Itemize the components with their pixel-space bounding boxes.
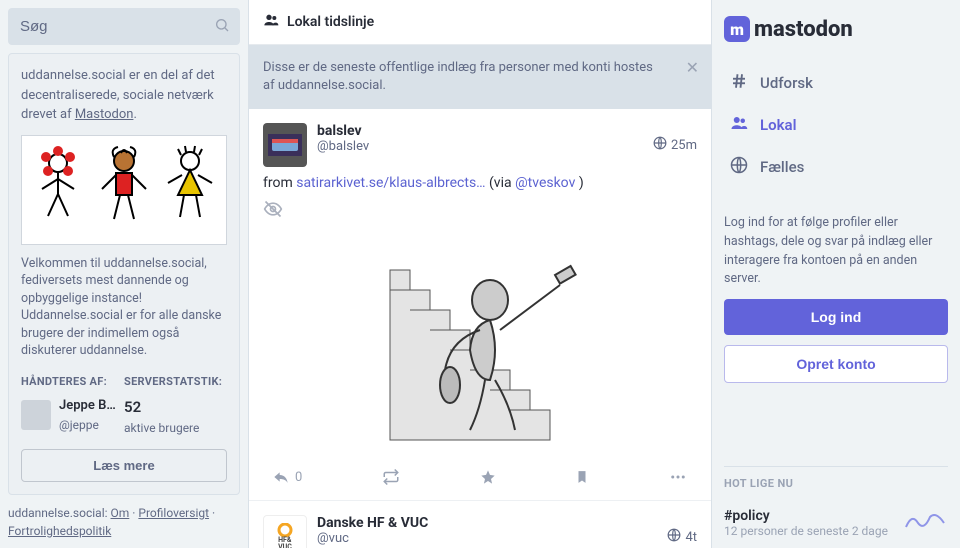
right-sidebar: mmastodon Udforsk Lokal Fælles Log ind f…	[712, 0, 960, 548]
active-users-label: aktive brugere	[124, 419, 227, 437]
signup-button[interactable]: Opret konto	[724, 345, 948, 383]
nav-federated[interactable]: Fælles	[724, 146, 948, 188]
display-name[interactable]: balslev	[317, 123, 643, 139]
login-hint: Log ind for at følge profiler eller hash…	[724, 214, 948, 289]
info-banner: Disse er de seneste offentlige indlæg fr…	[249, 45, 711, 109]
instance-domain: uddannelse.social	[21, 68, 126, 83]
media-attachment[interactable]	[263, 230, 697, 460]
reply-button[interactable]: 0	[273, 469, 302, 485]
stats-label: SERVERSTATSTIK:	[124, 374, 227, 391]
column-header: Lokal tidslinje	[249, 0, 711, 45]
users-icon	[263, 12, 279, 32]
relative-time[interactable]: 25m	[671, 138, 697, 153]
avatar[interactable]: HF&VUC	[263, 515, 307, 548]
media-hidden-icon[interactable]	[263, 199, 697, 224]
brand-text: mastodon	[754, 17, 853, 42]
favourite-button[interactable]	[480, 469, 496, 485]
footer-about[interactable]: Om	[111, 506, 130, 520]
status[interactable]: balslev @balslev 25m from satirarkivet.s…	[249, 109, 711, 501]
display-name[interactable]: Danske HF & VUC	[317, 515, 657, 531]
bookmark-button[interactable]	[575, 469, 589, 485]
mention-link[interactable]: @tveskov	[515, 175, 575, 191]
hashtag-icon	[730, 72, 748, 94]
admin-handle: @jeppe	[59, 416, 116, 434]
column-title: Lokal tidslinje	[287, 14, 374, 30]
search-container	[8, 8, 240, 45]
brand-logo[interactable]: mmastodon	[724, 10, 948, 52]
globe-icon	[653, 136, 667, 154]
sparkline-icon	[904, 509, 948, 537]
content-link[interactable]: satirarkivet.se/klaus-albrects…	[296, 175, 485, 191]
footer-privacy[interactable]: Fortrolighedspolitik	[8, 524, 111, 538]
footer-domain: uddannelse.social	[8, 506, 105, 520]
admin-name: Jeppe B…	[59, 396, 116, 416]
banner-text: Disse er de seneste offentlige indlæg fr…	[263, 60, 653, 93]
admin-link[interactable]: Jeppe B… @jeppe	[21, 396, 124, 434]
admin-label: HÅNDTERES AF:	[21, 374, 124, 391]
timeline-column: Lokal tidslinje Disse er de seneste offe…	[248, 0, 712, 548]
login-button[interactable]: Log ind	[724, 299, 948, 335]
avatar[interactable]	[263, 123, 307, 167]
reply-count: 0	[295, 470, 302, 485]
primary-nav: Udforsk Lokal Fælles	[724, 62, 948, 188]
nav-label: Udforsk	[760, 74, 813, 92]
users-icon	[730, 114, 748, 136]
active-users-count: 52	[124, 396, 227, 419]
globe-icon	[667, 528, 681, 546]
instance-welcome: Velkommen til uddannelse.social, fediver…	[21, 255, 227, 360]
status-content: from satirarkivet.se/klaus-albrects… (vi…	[263, 175, 697, 191]
trend-subtitle: 12 personer de seneste 2 dage	[724, 524, 888, 538]
nav-local[interactable]: Lokal	[724, 104, 948, 146]
search-input[interactable]	[8, 8, 240, 45]
feed[interactable]: balslev @balslev 25m from satirarkivet.s…	[249, 109, 711, 548]
globe-icon	[730, 156, 748, 178]
nav-explore[interactable]: Udforsk	[724, 62, 948, 104]
mastodon-link[interactable]: Mastodon	[75, 107, 134, 122]
status[interactable]: HF&VUC Danske HF & VUC @vuc 4t	[249, 501, 711, 548]
footer-links: uddannelse.social: Om · Profiloversigt ·…	[8, 504, 240, 540]
nav-label: Fælles	[760, 158, 804, 176]
account-handle: @balslev	[317, 139, 643, 154]
nav-label: Lokal	[760, 116, 796, 134]
footer-profiles[interactable]: Profiloversigt	[138, 506, 209, 520]
instance-info: uddannelse.social er en del af det decen…	[8, 53, 240, 495]
admin-avatar	[21, 400, 51, 430]
trend-item[interactable]: #policy 12 personer de seneste 2 dage	[724, 508, 948, 538]
close-icon[interactable]: ✕	[686, 57, 699, 79]
instance-hero-image	[21, 135, 227, 245]
read-more-button[interactable]: Læs mere	[21, 449, 227, 482]
mastodon-icon: m	[724, 16, 750, 42]
trend-tag: #policy	[724, 508, 888, 524]
relative-time[interactable]: 4t	[685, 530, 697, 545]
account-handle: @vuc	[317, 531, 657, 546]
boost-button[interactable]	[382, 468, 400, 486]
trends-heading: HOT LIGE NU	[724, 466, 948, 490]
more-button[interactable]	[669, 468, 687, 486]
status-actions: 0	[263, 460, 697, 486]
left-sidebar: uddannelse.social er en del af det decen…	[0, 0, 248, 548]
